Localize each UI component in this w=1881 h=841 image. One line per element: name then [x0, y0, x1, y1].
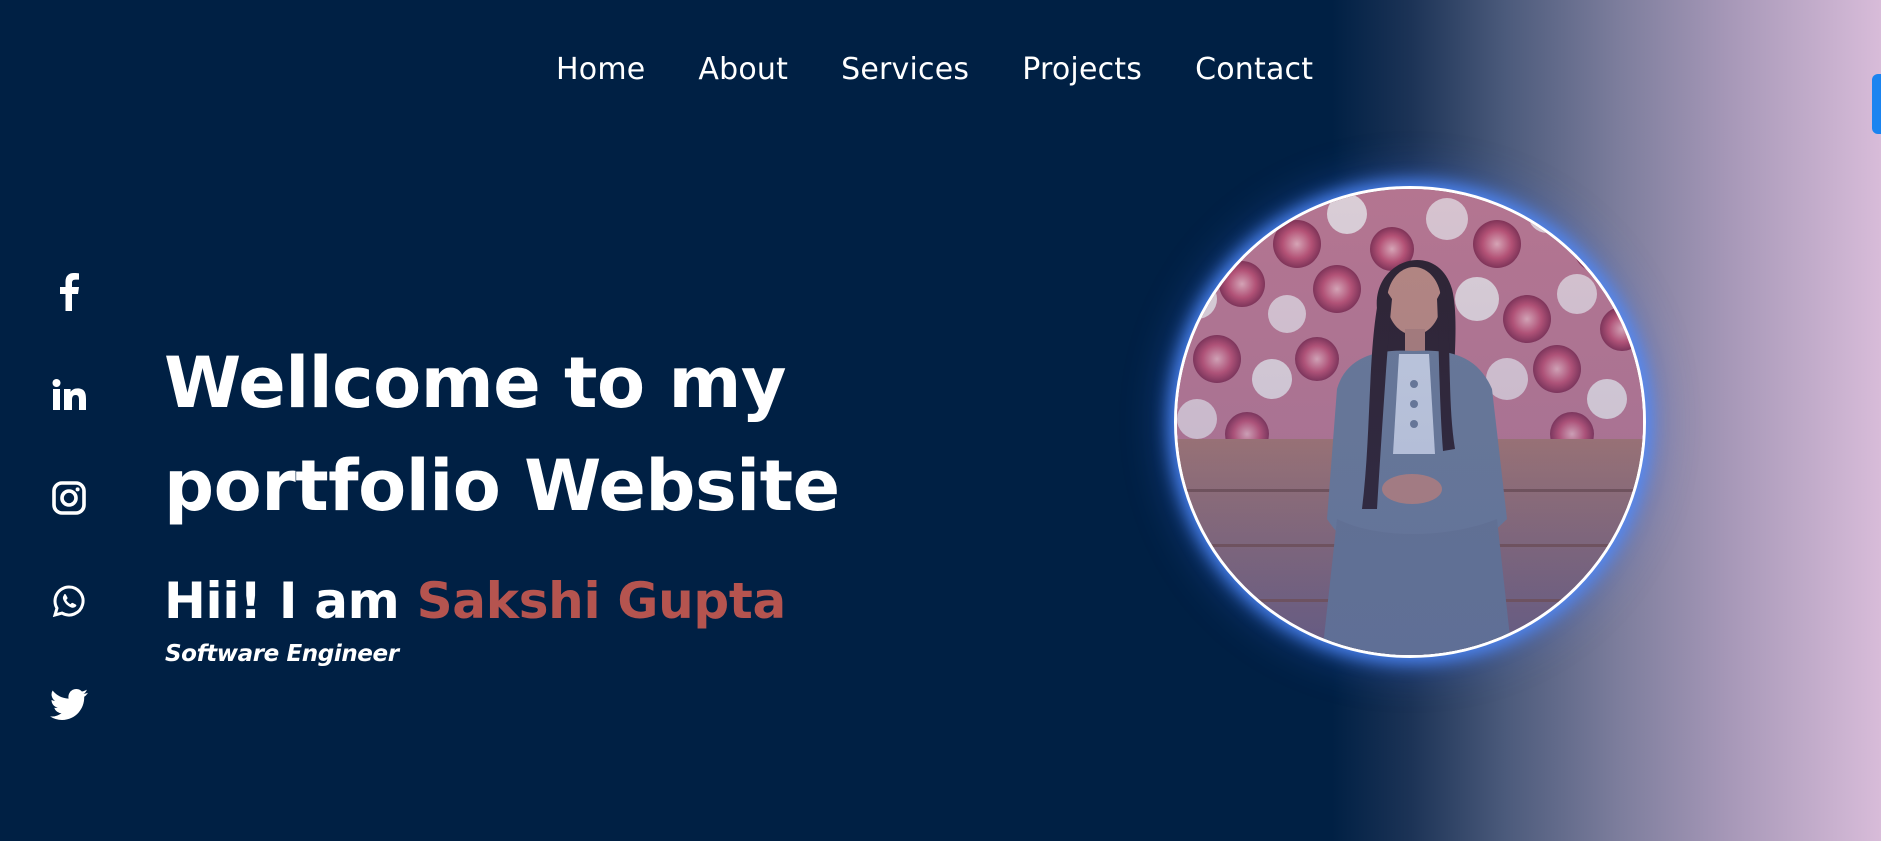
greeting-prefix: Hii! I am	[164, 572, 417, 630]
main-nav: Home About Services Projects Contact	[556, 48, 1313, 92]
hero-role: Software Engineer	[165, 641, 399, 667]
linkedin-link[interactable]	[47, 373, 91, 417]
facebook-link[interactable]	[47, 270, 91, 314]
scrollbar-thumb[interactable]	[1872, 74, 1881, 134]
nav-contact-link[interactable]: Contact	[1195, 48, 1313, 92]
twitter-icon	[50, 688, 88, 720]
instagram-link[interactable]	[47, 476, 91, 520]
hero-greeting: Hii! I am Sakshi Gupta	[164, 568, 786, 634]
nav-home-link[interactable]: Home	[556, 48, 645, 92]
instagram-icon	[52, 481, 86, 515]
hero-name: Sakshi Gupta	[416, 572, 787, 630]
nav-projects-link[interactable]: Projects	[1022, 48, 1142, 92]
social-links	[47, 270, 91, 785]
linkedin-icon	[52, 379, 86, 410]
nav-about-link[interactable]: About	[698, 48, 788, 92]
twitter-link[interactable]	[47, 682, 91, 726]
facebook-icon	[60, 273, 79, 311]
whatsapp-icon	[52, 585, 85, 618]
nav-services-link[interactable]: Services	[841, 48, 969, 92]
profile-photo	[1174, 186, 1646, 658]
whatsapp-link[interactable]	[47, 579, 91, 623]
hero-title: Wellcome to my portfolio Website	[164, 342, 840, 527]
